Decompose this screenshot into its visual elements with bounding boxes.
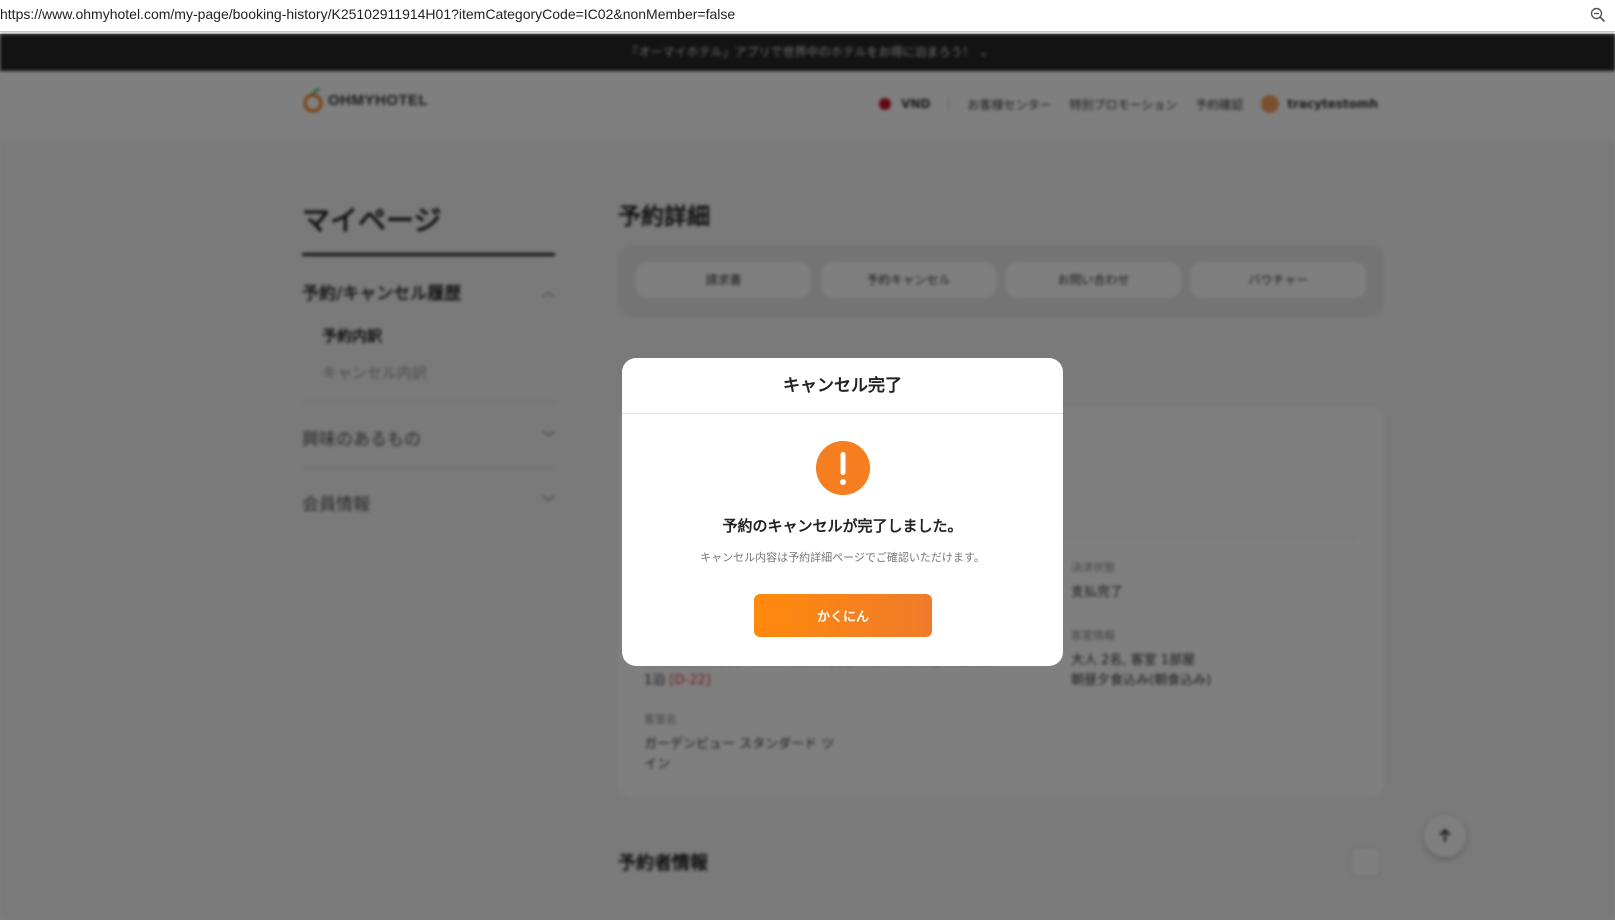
exclamation-icon — [816, 441, 870, 495]
url-text[interactable]: https://www.ohmyhotel.com/my-page/bookin… — [0, 6, 735, 22]
dialog-message: 予約のキャンセルが完了しました。 — [722, 517, 963, 535]
browser-url-bar[interactable]: https://www.ohmyhotel.com/my-page/bookin… — [0, 0, 1615, 32]
cancel-complete-dialog: キャンセル完了 予約のキャンセルが完了しました。 キャンセル内容は予約詳細ページ… — [622, 358, 1063, 666]
zoom-out-icon[interactable] — [1589, 6, 1607, 24]
dialog-title: キャンセル完了 — [622, 358, 1063, 414]
dialog-subtext: キャンセル内容は予約詳細ページでご確認いただけます。 — [700, 551, 985, 564]
confirm-button[interactable]: かくにん — [754, 594, 932, 637]
